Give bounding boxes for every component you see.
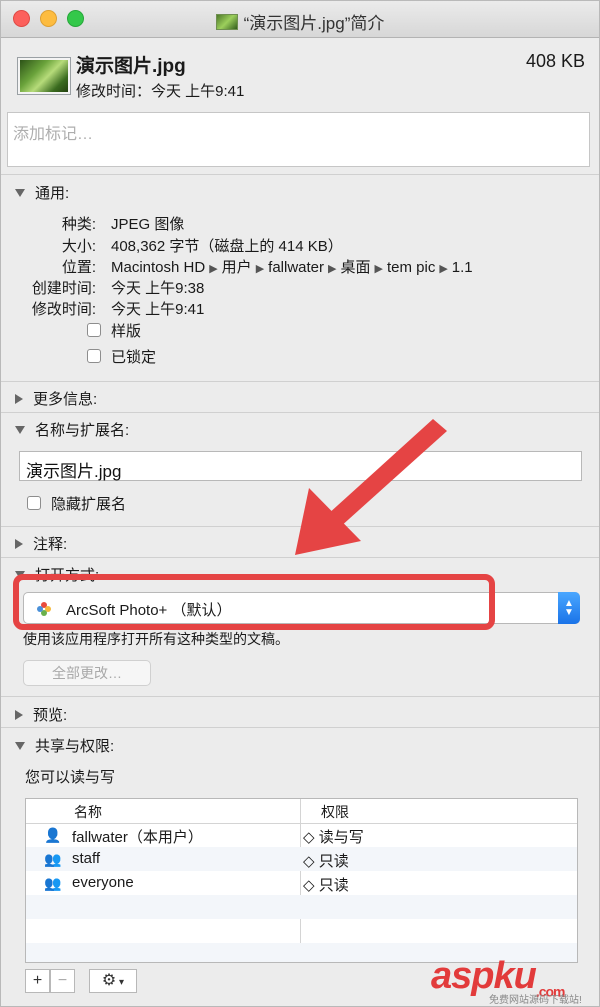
section-preview[interactable]: 预览: xyxy=(15,704,67,725)
divider xyxy=(1,174,599,175)
table-row[interactable]: 👤 fallwater（本用户） ◇ 读与写 xyxy=(26,823,577,847)
disclosure-down-icon[interactable] xyxy=(15,742,25,750)
window-title: “演示图片.jpg”简介 xyxy=(243,14,385,33)
stepper-icon: ◇ xyxy=(303,877,315,894)
add-user-button[interactable]: + xyxy=(25,969,50,993)
modified-label: 修改时间: xyxy=(31,301,96,318)
divider xyxy=(1,526,599,527)
everyone-icon: 👥 xyxy=(44,875,62,891)
popup-stepper-icon[interactable]: ▲ ▼ xyxy=(558,592,580,624)
permissions-table: 名称 权限 👤 fallwater（本用户） ◇ 读与写 👥 staff ◇ 只… xyxy=(25,798,578,963)
stepper-icon: ◇ xyxy=(303,853,315,870)
disclosure-down-icon[interactable] xyxy=(15,189,25,197)
table-header: 名称 权限 xyxy=(26,799,577,824)
modified-value: 今天 上午9:41 xyxy=(111,301,205,318)
hide-extension-checkbox[interactable] xyxy=(27,496,41,510)
path-arrow-icon: ▶ xyxy=(255,263,265,275)
title-bar[interactable]: “演示图片.jpg”简介 xyxy=(1,1,599,38)
user-name: everyone xyxy=(72,874,134,891)
open-with-description: 使用该应用程序打开所有这种类型的文稿。 xyxy=(23,631,289,647)
stationery-checkbox[interactable] xyxy=(87,323,101,337)
section-general-label: 通用: xyxy=(35,185,70,202)
privilege-popup[interactable]: ◇ 只读 xyxy=(303,874,349,895)
section-more-info-label: 更多信息: xyxy=(33,391,98,408)
divider xyxy=(1,727,599,728)
where-label: 位置: xyxy=(61,259,96,276)
where-path: Macintosh HD ▶ 用户 ▶ fallwater ▶ 桌面 ▶ tem pic ▶ 1.1 xyxy=(111,256,473,277)
user-name: fallwater（本用户） xyxy=(72,829,203,846)
remove-user-button[interactable]: − xyxy=(50,969,75,993)
privilege-value: 读与写 xyxy=(318,829,364,846)
divider xyxy=(1,557,599,558)
column-name-header[interactable]: 名称 xyxy=(74,802,102,822)
get-info-window: “演示图片.jpg”简介 演示图片.jpg 408 KB 修改时间：今天 上午9… xyxy=(0,0,600,1007)
stepper-icon: ◇ xyxy=(303,829,315,846)
privilege-value: 只读 xyxy=(318,853,349,870)
filename-value: 演示图片.jpg xyxy=(26,462,122,481)
section-preview-label: 预览: xyxy=(33,707,68,724)
privilege-popup[interactable]: ◇ 读与写 xyxy=(303,826,364,847)
locked-checkbox[interactable] xyxy=(87,349,101,363)
section-sharing-label: 共享与权限: xyxy=(35,738,115,755)
disclosure-right-icon[interactable] xyxy=(15,394,23,404)
disclosure-down-icon[interactable] xyxy=(15,426,25,434)
stationery-label: 样版 xyxy=(111,323,142,340)
action-menu-button[interactable]: ⚙ ▾ xyxy=(89,969,137,993)
path-arrow-icon: ▶ xyxy=(328,263,337,275)
disclosure-right-icon[interactable] xyxy=(15,539,23,549)
divider xyxy=(1,412,599,413)
disclosure-right-icon[interactable] xyxy=(15,710,23,720)
window-title-wrap: “演示图片.jpg”简介 xyxy=(1,9,599,34)
tags-placeholder: 添加标记… xyxy=(13,126,94,143)
path-item: 桌面 xyxy=(340,259,371,276)
highlight-box xyxy=(13,574,495,630)
section-comments[interactable]: 注释: xyxy=(15,533,67,554)
change-all-button[interactable]: 全部更改… xyxy=(23,660,151,686)
locked-label: 已锁定 xyxy=(111,349,157,366)
size-value: 408,362 字节（磁盘上的 414 KB） xyxy=(111,238,343,255)
created-value: 今天 上午9:38 xyxy=(111,280,205,297)
size-label: 大小: xyxy=(61,238,96,255)
file-modified: 修改时间：今天 上午9:41 xyxy=(76,83,245,100)
path-item: 1.1 xyxy=(451,259,473,276)
column-privilege-header[interactable]: 权限 xyxy=(321,802,349,822)
gear-icon: ⚙ xyxy=(101,972,117,989)
divider xyxy=(1,696,599,697)
section-general[interactable]: 通用: xyxy=(15,182,69,203)
privilege-popup[interactable]: ◇ 只读 xyxy=(303,850,349,871)
file-preview-icon xyxy=(18,58,70,94)
path-item: Macintosh HD xyxy=(111,259,206,276)
section-name-extension[interactable]: 名称与扩展名: xyxy=(15,419,129,440)
section-sharing[interactable]: 共享与权限: xyxy=(15,735,114,756)
table-row[interactable]: 👥 everyone ◇ 只读 xyxy=(26,871,577,895)
divider xyxy=(1,381,599,382)
user-name: staff xyxy=(72,850,101,867)
hide-extension-label: 隐藏扩展名 xyxy=(51,496,127,513)
filename-input[interactable]: 演示图片.jpg xyxy=(19,451,582,481)
path-arrow-icon: ▶ xyxy=(209,263,218,275)
file-thumbnail-icon xyxy=(215,14,238,30)
watermark-subtitle: 免费网站源码下载站! xyxy=(489,995,582,1006)
kind-value: JPEG 图像 xyxy=(111,216,185,233)
group-icon: 👥 xyxy=(44,851,62,867)
section-comments-label: 注释: xyxy=(33,536,68,553)
tags-field[interactable]: 添加标记… xyxy=(7,112,590,167)
section-name-extension-label: 名称与扩展名: xyxy=(35,422,130,439)
created-label: 创建时间: xyxy=(31,280,96,297)
table-row[interactable]: 👥 staff ◇ 只读 xyxy=(26,847,577,871)
path-item: fallwater xyxy=(268,259,325,276)
privilege-value: 只读 xyxy=(318,877,349,894)
chevron-down-icon: ▾ xyxy=(116,977,125,988)
single-user-icon: 👤 xyxy=(44,827,62,843)
table-row-empty xyxy=(26,895,577,919)
path-item: 用户 xyxy=(221,259,252,276)
section-more-info[interactable]: 更多信息: xyxy=(15,388,97,409)
path-arrow-icon: ▶ xyxy=(374,263,383,275)
path-item: tem pic xyxy=(386,259,436,276)
file-size: 408 KB xyxy=(525,51,585,71)
kind-label: 种类: xyxy=(61,216,96,233)
path-arrow-icon: ▶ xyxy=(439,263,448,275)
permission-caption: 您可以读与写 xyxy=(25,769,116,786)
file-name: 演示图片.jpg xyxy=(76,56,186,77)
